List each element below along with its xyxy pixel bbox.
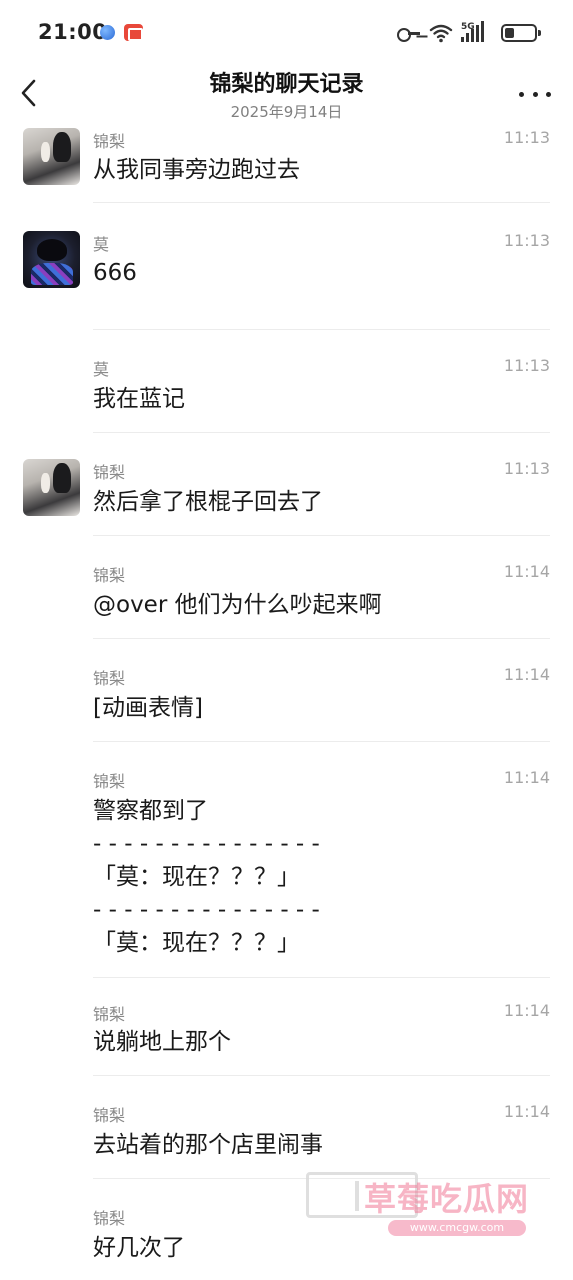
message-time: 11:13	[503, 231, 550, 250]
sender-name: 莫	[93, 360, 110, 379]
browser-app-icon	[100, 25, 115, 40]
message-row[interactable]: 锦梨 11:14 @over 他们为什么吵起来啊	[0, 536, 573, 639]
message-time: 11:14	[503, 665, 550, 684]
message-row[interactable]: 锦梨 11:14 说躺地上那个	[0, 978, 573, 1076]
avatar[interactable]	[23, 128, 80, 185]
title-block: 锦梨的聊天记录 2025年9月14日	[0, 66, 573, 122]
message-row[interactable]: 锦梨 11:13 从我同事旁边跑过去	[0, 124, 573, 203]
message-row[interactable]: 锦梨 11:14 [动画表情]	[0, 639, 573, 742]
wifi-icon	[429, 24, 453, 43]
message-time: 11:14	[503, 1001, 550, 1020]
more-button[interactable]	[519, 84, 551, 104]
message-text: 说躺地上那个	[93, 1029, 231, 1055]
message-row[interactable]: 莫 11:13 666	[0, 227, 573, 330]
divider	[93, 202, 550, 203]
sender-name: 锦梨	[93, 772, 126, 791]
status-bar: 21:00 5G	[0, 0, 573, 64]
message-list[interactable]: 锦梨 11:13 从我同事旁边跑过去 莫 11:13 666 莫 11:13 我…	[0, 124, 573, 1280]
message-text: 警察都到了 - - - - - - - - - - - - - - - 「莫：现…	[93, 798, 320, 956]
more-dots-icon	[519, 91, 524, 97]
sender-name: 锦梨	[93, 463, 126, 482]
key-icon	[397, 26, 421, 42]
avatar[interactable]	[23, 231, 80, 288]
avatar[interactable]	[23, 459, 80, 516]
message-row[interactable]: 锦梨 好几次了	[0, 1179, 573, 1280]
sender-name: 锦梨	[93, 1209, 126, 1228]
message-text: [动画表情]	[93, 695, 203, 721]
message-time: 11:14	[503, 1102, 550, 1121]
message-row[interactable]: 锦梨 11:13 然后拿了根棍子回去了	[0, 433, 573, 536]
chat-header: 锦梨的聊天记录 2025年9月14日	[0, 62, 573, 124]
message-text: 我在蓝记	[93, 386, 185, 412]
message-row[interactable]: 莫 11:13 我在蓝记	[0, 330, 573, 433]
message-text: 好几次了	[93, 1235, 185, 1261]
status-time: 21:00	[38, 20, 108, 44]
sender-name: 莫	[93, 235, 110, 254]
message-time: 11:13	[503, 459, 550, 478]
red-app-icon	[124, 24, 143, 41]
status-icons: 5G	[397, 20, 541, 46]
message-text: 666	[93, 260, 137, 286]
sender-name: 锦梨	[93, 669, 126, 688]
message-time: 11:13	[503, 128, 550, 147]
message-text: @over 他们为什么吵起来啊	[93, 592, 382, 618]
message-text: 然后拿了根棍子回去了	[93, 489, 323, 515]
battery-icon	[501, 24, 541, 42]
page-subtitle: 2025年9月14日	[230, 103, 343, 121]
sender-name: 锦梨	[93, 1005, 126, 1024]
message-time: 11:13	[503, 356, 550, 375]
page-title: 锦梨的聊天记录	[209, 72, 364, 97]
message-time: 11:14	[503, 768, 550, 787]
message-time: 11:14	[503, 562, 550, 581]
message-text: 从我同事旁边跑过去	[93, 157, 300, 183]
signal-icon: 5G	[461, 21, 493, 44]
sender-name: 锦梨	[93, 132, 126, 151]
message-text: 去站着的那个店里闹事	[93, 1132, 323, 1158]
message-row[interactable]: 锦梨 11:14 去站着的那个店里闹事	[0, 1076, 573, 1179]
sender-name: 锦梨	[93, 566, 126, 585]
sender-name: 锦梨	[93, 1106, 126, 1125]
message-row[interactable]: 锦梨 11:14 警察都到了 - - - - - - - - - - - - -…	[0, 742, 573, 978]
